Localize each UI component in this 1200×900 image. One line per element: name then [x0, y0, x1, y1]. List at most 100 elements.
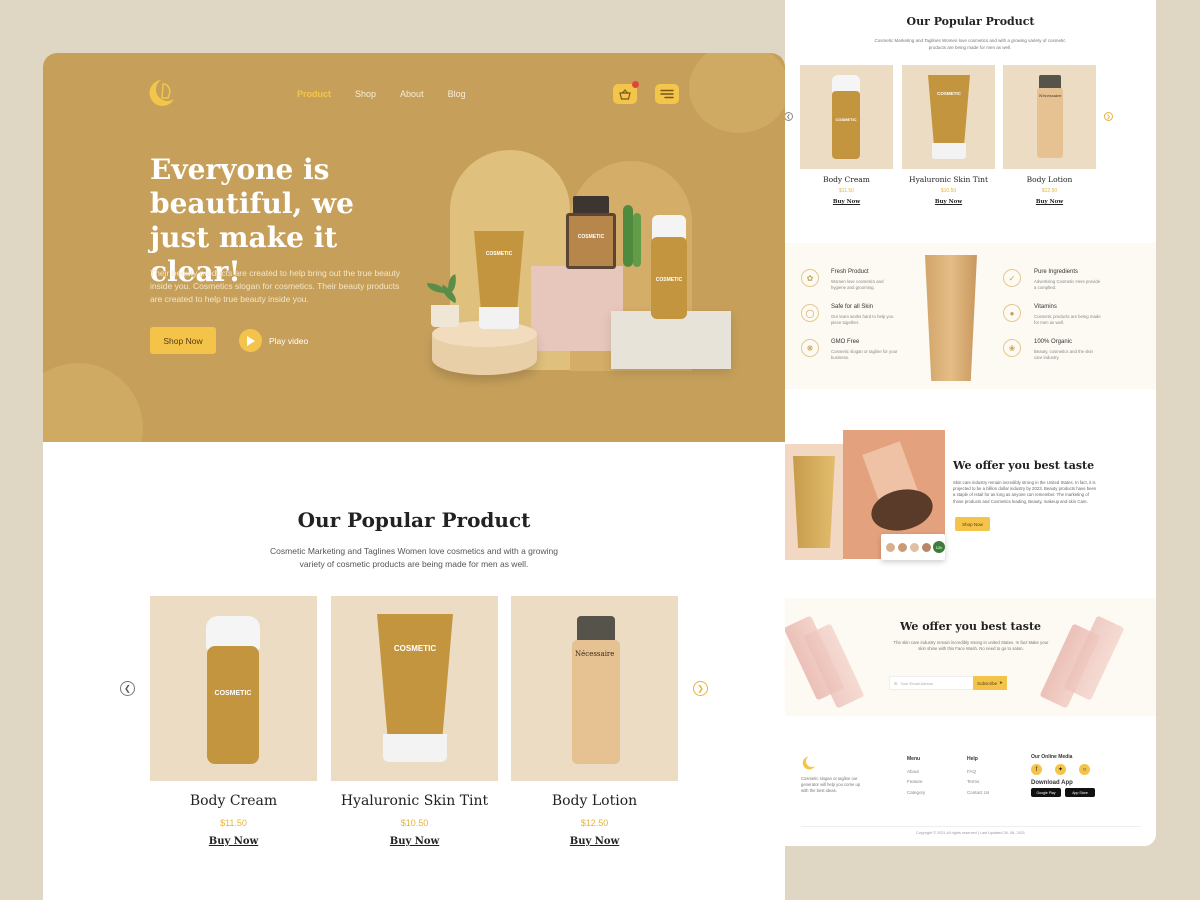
organic-icon: ❀ [1003, 339, 1021, 357]
popular-title: Our Popular Product [297, 508, 531, 532]
bottle-cap [1039, 75, 1061, 89]
tube-cap [383, 734, 447, 762]
avatar-count-badge: 12k [933, 541, 945, 553]
product-card-image[interactable]: COSMETIC [150, 596, 317, 781]
customer-avatars: 12k [881, 534, 945, 560]
carousel-next-button[interactable]: ❯ [693, 681, 708, 696]
cart-notification-dot [632, 81, 639, 88]
offer-section: 12k We offer you best taste Skin care in… [785, 398, 1156, 588]
app-store-button[interactable]: App Store [1065, 788, 1095, 797]
cosmetic-bottle: COSMETIC [207, 646, 259, 764]
footer-help-title: Help [967, 756, 978, 762]
play-video-label[interactable]: Play video [269, 336, 308, 346]
avatar [897, 541, 908, 553]
carousel-next-button[interactable]: ❯ [1104, 112, 1113, 121]
email-placeholder: Your Email Adress [900, 680, 933, 686]
tube-cap [479, 307, 519, 329]
feature-title: Vitamins [1034, 304, 1057, 310]
feature-description: Cosmetic slogan or tagline for your busi… [831, 349, 898, 360]
nav-blog[interactable]: Blog [448, 89, 466, 99]
brand-logo-icon[interactable] [801, 755, 817, 771]
product-card-image[interactable]: COSMETIC [800, 65, 893, 169]
popular-description: Cosmetic Marketing and Taglines Women lo… [874, 38, 1066, 50]
footer-link[interactable]: FAQ [967, 767, 989, 778]
product-price: $12.50 [1041, 188, 1058, 194]
shop-now-button[interactable]: Shop Now [150, 327, 216, 354]
footer-help: Help FAQ Terms Contact Us [967, 754, 989, 798]
footer-link[interactable]: Feature [907, 777, 925, 788]
footer-menu: Menu About Feature Category [907, 754, 925, 798]
carousel-prev-button[interactable]: ❮ [785, 112, 793, 121]
product-price: $10.50 [940, 188, 957, 194]
cosmetic-tube: COSMETIC [928, 75, 970, 145]
instagram-icon[interactable]: ○ [1079, 764, 1090, 775]
play-video-button[interactable] [239, 329, 262, 352]
carousel-prev-button[interactable]: ❮ [120, 681, 135, 696]
feature-title: Safe for all Skin [831, 304, 874, 310]
product-card-image[interactable]: COSMETIC [331, 596, 498, 781]
dropper-icon: ✓ [1003, 269, 1021, 287]
send-icon: ➤ [999, 680, 1003, 685]
buy-now-link[interactable]: Buy Now [150, 836, 317, 847]
decor-pedestal [531, 266, 623, 351]
footer-menu-title: Menu [907, 756, 921, 762]
gmo-icon: ❋ [801, 339, 819, 357]
twitter-icon[interactable]: ✦ [1055, 764, 1066, 775]
buy-now-link[interactable]: Buy Now [800, 199, 893, 205]
cactus-plant [633, 213, 641, 267]
perfume-cap [573, 196, 609, 214]
lotion-bottle: Nécessaire [572, 640, 620, 764]
footer-link[interactable]: Terms [967, 777, 989, 788]
landing-page-preview: Our Popular Product Cosmetic Marketing a… [785, 0, 1156, 846]
buy-now-link[interactable]: Buy Now [331, 836, 498, 847]
lotion-bottle: Nécessaire [1037, 88, 1063, 158]
cactus-plant [623, 205, 633, 267]
popular-description: Cosmetic Marketing and Taglines Women lo… [270, 546, 558, 569]
perfume-bottle: COSMETIC [566, 213, 616, 269]
buy-now-link[interactable]: Buy Now [1003, 199, 1096, 205]
hamburger-icon [660, 89, 674, 99]
feature-description: Cosmetic products are being made for men… [1034, 314, 1101, 325]
main-nav: Product Shop About Blog [297, 89, 466, 99]
offer-product-tube [793, 456, 835, 548]
feature-title: 100% Organic [1034, 339, 1073, 345]
features-section: ✿ Fresh Product Women love cosmetics and… [785, 243, 1156, 389]
popular-section-preview: Our Popular Product Cosmetic Marketing a… [785, 0, 1156, 240]
product-card-image[interactable]: Nécessaire [511, 596, 678, 781]
offer-title: We offer you best taste [953, 459, 1095, 472]
footer-link[interactable]: Contact Us [967, 788, 989, 799]
cosmetic-tube: COSMETIC [377, 614, 453, 738]
newsletter-description: The skin care industry remain incredibly… [893, 640, 1049, 652]
product-name: Body Cream [189, 793, 278, 809]
product-price: $12.50 [580, 818, 609, 828]
product-card-image[interactable]: COSMETIC [902, 65, 995, 169]
vitamin-icon: ● [1003, 304, 1021, 322]
avatar [921, 541, 932, 553]
nav-about[interactable]: About [400, 89, 424, 99]
footer-link[interactable]: About [907, 767, 925, 778]
play-icon [247, 335, 255, 346]
footer: Cosmetic slogan or tagline our generator… [785, 718, 1156, 846]
footer-description: Cosmetic slogan or tagline our generator… [801, 776, 861, 793]
chevron-right-icon: ❯ [697, 684, 704, 693]
cosmetic-bottle: COSMETIC [651, 237, 687, 319]
bottle-cap [577, 616, 615, 642]
shop-now-button[interactable]: Shop Now [955, 517, 990, 531]
buy-now-link[interactable]: Buy Now [511, 836, 678, 847]
menu-button[interactable] [655, 84, 679, 104]
hero-description: Their beauty products are created to hel… [150, 268, 400, 304]
nav-shop[interactable]: Shop [355, 89, 376, 99]
footer-link[interactable]: Category [907, 788, 925, 799]
copyright-text: Copyright © 2021 All rights reserved | L… [915, 831, 1026, 835]
brand-logo-icon[interactable] [147, 77, 177, 109]
google-play-button[interactable]: Google Play [1031, 788, 1061, 797]
nav-product[interactable]: Product [297, 89, 331, 99]
facebook-icon[interactable]: f [1031, 764, 1042, 775]
subscribe-button[interactable]: Subscribe ➤ [973, 676, 1007, 690]
product-card-image[interactable]: Nécessaire [1003, 65, 1096, 169]
plant-pot [431, 305, 459, 327]
buy-now-link[interactable]: Buy Now [902, 199, 995, 205]
decor-pedestal [611, 311, 731, 369]
offer-description: Skin care industry remain incredibly str… [953, 480, 1097, 504]
footer-divider [801, 826, 1141, 827]
